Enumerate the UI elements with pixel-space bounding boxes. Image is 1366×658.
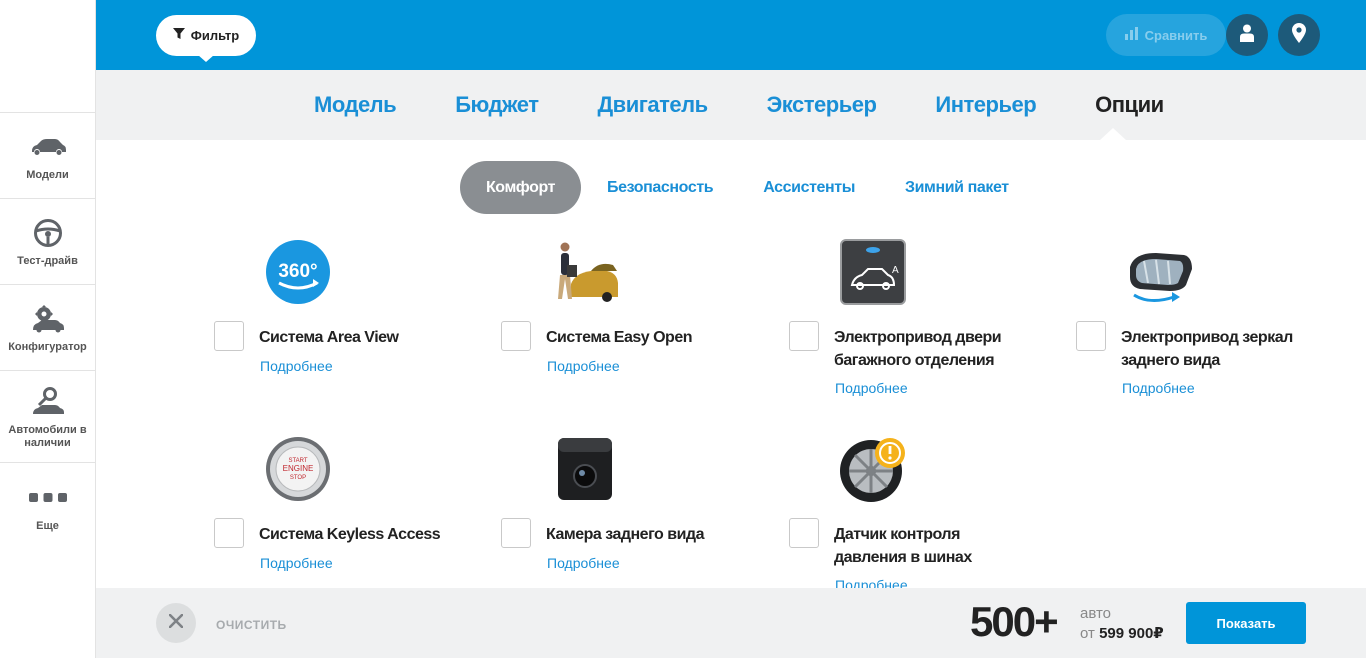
option-name: Электропривод зеркал заднего вида xyxy=(1121,326,1361,372)
tab-interior[interactable]: Интерьер xyxy=(935,92,1036,118)
filter-button[interactable]: Фильтр xyxy=(156,15,256,62)
tab-budget[interactable]: Бюджет xyxy=(455,92,539,118)
sidebar-item-label: Тест-драйв xyxy=(17,255,78,267)
sidebar-item-in-stock[interactable]: Автомобили в наличии xyxy=(0,371,95,463)
tab-options[interactable]: Опции xyxy=(1095,92,1164,118)
details-link[interactable]: Подробнее xyxy=(547,358,620,374)
filter-label: Фильтр xyxy=(190,28,240,43)
tire-pressure-icon xyxy=(839,435,907,503)
svg-text:ENGINE: ENGINE xyxy=(283,464,314,473)
option-name-line: Электропривод зеркал xyxy=(1121,329,1293,346)
tab-engine[interactable]: Двигатель xyxy=(598,92,709,118)
subtab-winter-pack[interactable]: Зимний пакет xyxy=(905,179,1009,197)
subtab-comfort[interactable]: Комфорт xyxy=(460,161,581,214)
option-name: Система Keyless Access xyxy=(259,526,441,543)
details-link[interactable]: Подробнее xyxy=(835,380,908,396)
bar-chart-icon xyxy=(1124,27,1139,43)
svg-text:STOP: STOP xyxy=(290,475,306,481)
car-icon xyxy=(29,129,67,165)
more-dots-icon xyxy=(28,480,68,516)
subtab-safety[interactable]: Безопасность xyxy=(607,179,714,197)
results-unit: авто xyxy=(1080,605,1112,622)
price-prefix: от xyxy=(1080,625,1095,642)
details-link[interactable]: Подробнее xyxy=(260,555,333,571)
easy-open-photo xyxy=(551,238,619,306)
show-results-button[interactable]: Показать xyxy=(1186,602,1306,644)
option-name: Система Easy Open xyxy=(546,329,692,346)
subtab-assistants[interactable]: Ассистенты xyxy=(763,179,855,197)
results-summary: авто от 599 900₽ xyxy=(1080,604,1164,644)
option-checkbox[interactable] xyxy=(214,518,244,548)
option-name-line: заднего вида xyxy=(1121,352,1220,369)
location-button[interactable] xyxy=(1278,14,1320,56)
sidebar-item-configurator[interactable]: Конфигуратор xyxy=(0,285,95,371)
compare-label: Сравнить xyxy=(1144,27,1208,43)
option-name: Электропривод двери багажного отделения xyxy=(834,326,1074,372)
option-checkbox[interactable] xyxy=(789,518,819,548)
option-checkbox[interactable] xyxy=(789,321,819,351)
clear-label[interactable]: ОЧИСТИТЬ xyxy=(216,618,287,632)
svg-text:360°: 360° xyxy=(278,261,317,282)
option-name-line: давления в шинах xyxy=(834,549,972,566)
option-checkbox[interactable] xyxy=(214,321,244,351)
start-engine-button-icon: START ENGINE STOP xyxy=(264,435,332,503)
compare-button[interactable]: Сравнить xyxy=(1106,14,1226,56)
option-checkbox[interactable] xyxy=(1076,321,1106,351)
active-tab-pointer xyxy=(1100,128,1126,140)
camera-360-icon: 360° xyxy=(264,238,332,306)
gear-car-icon xyxy=(31,301,65,337)
option-name-line: багажного отделения xyxy=(834,352,995,369)
option-name-line: Электропривод двери xyxy=(834,329,1002,346)
svg-text:A: A xyxy=(892,265,899,276)
details-link[interactable]: Подробнее xyxy=(1122,380,1195,396)
top-bar: Фильтр Сравнить xyxy=(96,0,1366,70)
category-tab-bar: Модель Бюджет Двигатель Экстерьер Интерь… xyxy=(96,70,1366,140)
filter-icon xyxy=(172,28,185,43)
subtab-bar: Комфорт Безопасность Ассистенты Зимний п… xyxy=(460,161,1009,214)
user-icon xyxy=(1240,24,1254,47)
sidebar-item-test-drive[interactable]: Тест-драйв xyxy=(0,199,95,285)
sidebar-item-label: Еще xyxy=(36,519,59,532)
power-tailgate-icon: A xyxy=(839,238,907,306)
option-name: Система Area View xyxy=(259,329,399,346)
clear-button[interactable] xyxy=(156,603,196,643)
price-line: от 599 900₽ xyxy=(1080,624,1164,644)
sidebar-item-label: Конфигуратор xyxy=(8,341,87,353)
sidebar: Модели Тест-драйв Конфигуратор Автомобил… xyxy=(0,0,96,658)
steering-wheel-icon xyxy=(33,215,63,251)
sidebar-item-more[interactable]: Еще xyxy=(0,463,95,549)
user-account-button[interactable] xyxy=(1226,14,1268,56)
option-checkbox[interactable] xyxy=(501,321,531,351)
option-name: Датчик контроля давления в шинах xyxy=(834,523,1074,569)
details-link[interactable]: Подробнее xyxy=(260,358,333,374)
option-name-line: Датчик контроля xyxy=(834,526,960,543)
close-icon xyxy=(168,613,184,633)
power-mirror-icon xyxy=(1126,238,1194,306)
key-car-icon xyxy=(31,384,65,420)
logo-area xyxy=(0,0,95,113)
sidebar-item-label: Автомобили в наличии xyxy=(8,423,87,449)
sidebar-item-label: Модели xyxy=(26,169,69,181)
tab-exterior[interactable]: Экстерьер xyxy=(767,92,877,118)
sidebar-item-models[interactable]: Модели xyxy=(0,113,95,199)
details-link[interactable]: Подробнее xyxy=(547,555,620,571)
rear-camera-icon xyxy=(551,435,619,503)
bottom-bar: ОЧИСТИТЬ 500+ авто от 599 900₽ Показать xyxy=(96,588,1366,658)
location-pin-icon xyxy=(1292,22,1306,48)
results-count: 500+ xyxy=(970,598,1059,645)
option-checkbox[interactable] xyxy=(501,518,531,548)
tab-model[interactable]: Модель xyxy=(314,92,397,118)
price-value: 599 900₽ xyxy=(1099,625,1164,642)
option-name: Камера заднего вида xyxy=(546,526,704,543)
